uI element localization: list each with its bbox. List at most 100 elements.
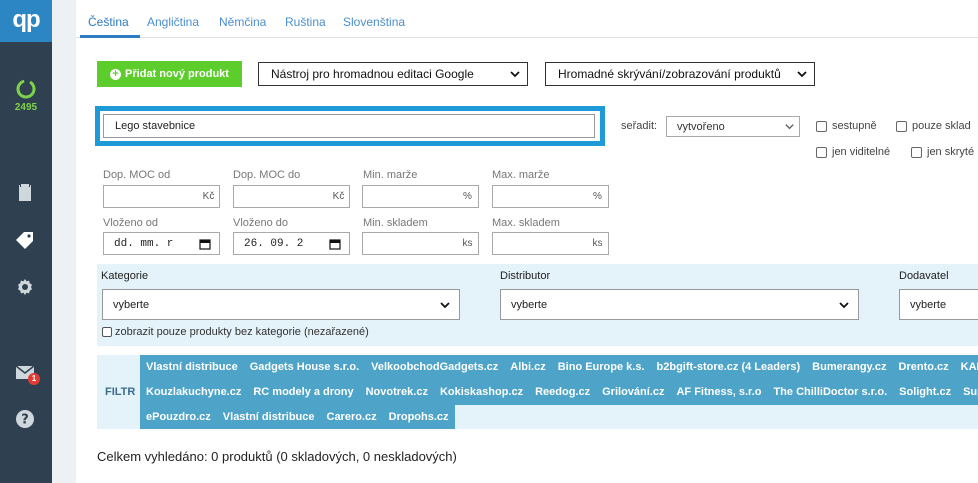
filter-chip[interactable]: Bumerangy.cz <box>806 355 892 380</box>
filter-chip[interactable]: RC modely a drony <box>247 380 359 405</box>
stock-max-label: Max. skladem <box>492 217 560 229</box>
content-gutter <box>52 0 76 483</box>
app-logo[interactable]: qp <box>0 0 52 42</box>
stock-min-label: Min. skladem <box>363 217 428 229</box>
filter-chip[interactable]: Solight.cz <box>893 380 957 405</box>
stock-min-unit: ks <box>462 238 473 249</box>
margin-max-label: Max. marže <box>492 169 550 181</box>
calendar-icon[interactable] <box>329 238 341 250</box>
inserted-to-value: 26. 09. 2 <box>244 238 304 250</box>
descending-label: sestupně <box>832 120 877 132</box>
checkbox-box <box>896 120 907 132</box>
filter-chip[interactable]: AF Fitness, s.r.o <box>670 380 767 405</box>
add-product-button[interactable]: + Přidat nový produkt <box>97 61 242 87</box>
search-input[interactable] <box>103 114 595 138</box>
active-tab-indicator <box>80 35 140 38</box>
clipboard-icon[interactable] <box>13 180 37 204</box>
sort-label: seřadit: <box>621 120 658 132</box>
gear-icon[interactable] <box>13 275 37 299</box>
filter-chip[interactable]: Novotrek.cz <box>360 380 434 405</box>
tag-icon[interactable] <box>13 228 37 252</box>
filter-chip[interactable]: KAM <box>955 355 978 380</box>
inserted-from-input[interactable]: dd. mm. r <box>103 232 220 255</box>
filter-chip[interactable]: Superp <box>957 380 978 405</box>
calendar-icon[interactable] <box>199 238 211 250</box>
category-select[interactable]: vyberte <box>102 289 460 320</box>
chevron-down-icon <box>839 302 849 309</box>
hidden-only-label: jen skryté <box>927 146 975 158</box>
filter-chip[interactable]: The ChilliDoctor s.r.o. <box>767 380 893 405</box>
tab-anglictina[interactable]: Angličtina <box>147 15 199 29</box>
visible-only-checkbox[interactable]: jen viditelné <box>816 146 890 158</box>
moc-from-unit: Kč <box>202 191 215 202</box>
filter-chip[interactable]: Albi.cz <box>504 355 551 380</box>
tab-nemcina[interactable]: Němčina <box>219 15 266 29</box>
descending-checkbox[interactable]: sestupně <box>816 120 877 132</box>
stock-min-input[interactable]: ks <box>362 232 479 255</box>
hidden-only-checkbox[interactable]: jen skryté <box>911 146 974 158</box>
chip-row-2: Kouzlakuchyne.cz RC modely a drony Novot… <box>140 380 978 405</box>
category-value: vyberte <box>113 298 150 311</box>
filter-chip[interactable]: Grilování.cz <box>596 380 670 405</box>
filter-chip[interactable]: Gadgets House s.r.o. <box>244 355 365 380</box>
language-tabs: Čeština Angličtina Němčina Ruština Slove… <box>76 0 978 38</box>
sort-select[interactable]: vytvořeno <box>666 116 800 137</box>
distributor-select[interactable]: vyberte <box>500 289 859 320</box>
filter-chip[interactable]: Kokiskashop.cz <box>434 380 529 405</box>
google-tool-select[interactable]: Nástroj pro hromadnou editaci Google <box>258 62 528 86</box>
stock-max-unit: ks <box>592 238 603 249</box>
stock-only-checkbox[interactable]: pouze sklad <box>896 120 971 132</box>
plus-icon: + <box>110 68 122 80</box>
uncategorized-checkbox[interactable]: zobrazit pouze produkty bez kategorie (n… <box>102 326 369 338</box>
chevron-down-icon <box>785 124 794 130</box>
search-summary: Celkem vyhledáno: 0 produktů (0 skladový… <box>97 449 457 464</box>
distributor-chips: Vlastní distribuce Gadgets House s.r.o. … <box>140 355 978 429</box>
distributor-value: vyberte <box>511 298 548 311</box>
filter-chip[interactable]: Dropohs.cz <box>383 405 455 429</box>
filter-chip[interactable]: Bino Europe k.s. <box>552 355 651 380</box>
filter-chip[interactable]: b2bgift-store.cz (4 Leaders) <box>651 355 807 380</box>
margin-max-input[interactable]: % <box>492 185 609 208</box>
checkbox-box <box>911 146 922 158</box>
svg-text:?: ? <box>21 413 29 428</box>
help-icon[interactable]: ? <box>13 407 37 431</box>
stock-max-input[interactable]: ks <box>492 232 609 255</box>
inserted-from-label: Vloženo od <box>103 217 159 229</box>
inserted-to-input[interactable]: 26. 09. 2 <box>233 232 350 255</box>
filter-chip[interactable]: Carero.cz <box>321 405 383 429</box>
bulk-visibility-select[interactable]: Hromadné skrývání/zobrazování produktů <box>545 62 815 86</box>
inserted-to-label: Vloženo do <box>233 217 289 229</box>
margin-min-input[interactable]: % <box>362 185 479 208</box>
moc-to-input[interactable]: Kč <box>233 185 350 208</box>
chevron-down-icon <box>440 302 450 309</box>
filter-chip[interactable]: VelkoobchodGadgets.cz <box>365 355 504 380</box>
chevron-down-icon <box>797 71 807 78</box>
tab-rustina[interactable]: Ruština <box>285 15 326 29</box>
category-label: Kategorie <box>101 270 149 282</box>
progress-count: 2495 <box>14 102 38 113</box>
google-tool-value: Nástroj pro hromadnou editaci Google <box>271 67 474 81</box>
sort-value: vytvořeno <box>677 120 725 133</box>
filter-chip[interactable]: Vlastní distribuce <box>217 405 321 429</box>
supplier-value: vyberte <box>910 298 947 311</box>
supplier-label: Dodavatel <box>899 270 949 282</box>
inserted-from-value: dd. mm. r <box>114 238 174 250</box>
stock-only-label: pouze sklad <box>912 120 971 132</box>
filter-chip[interactable]: ePouzdro.cz <box>140 405 217 429</box>
filter-chip[interactable]: Drento.cz <box>893 355 955 380</box>
tab-slovenstina[interactable]: Slovenština <box>343 15 405 29</box>
progress-ring-icon <box>16 79 36 99</box>
sidebar: qp 2495 1 ? <box>0 0 52 483</box>
margin-min-label: Min. marže <box>363 169 418 181</box>
visible-only-label: jen viditelné <box>832 146 891 158</box>
supplier-select[interactable]: vyberte <box>899 289 978 320</box>
filter-chip[interactable]: Kouzlakuchyne.cz <box>140 380 247 405</box>
main-content: Čeština Angličtina Němčina Ruština Slove… <box>76 0 978 483</box>
chevron-down-icon <box>510 71 520 78</box>
filter-chip[interactable]: Vlastní distribuce <box>140 355 244 380</box>
tab-cestina[interactable]: Čeština <box>88 15 129 29</box>
checkbox-box <box>816 146 827 158</box>
filter-chip[interactable]: Reedog.cz <box>529 380 596 405</box>
moc-from-input[interactable]: Kč <box>103 185 220 208</box>
progress-widget[interactable]: 2495 <box>0 78 52 113</box>
